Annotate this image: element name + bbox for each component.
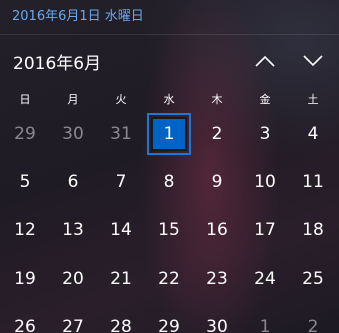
day-cell[interactable]: 10: [243, 163, 287, 201]
next-month-button[interactable]: [296, 46, 330, 76]
weekday-header-row: 日月火水木金土: [0, 91, 339, 109]
day-cell[interactable]: 15: [147, 211, 191, 249]
day-cell[interactable]: 3: [243, 115, 287, 153]
chevron-down-icon: [303, 55, 323, 67]
day-cell[interactable]: 1: [243, 308, 287, 333]
day-cell[interactable]: 27: [51, 308, 95, 333]
day-cell[interactable]: 7: [99, 163, 143, 201]
weekday-label: 月: [67, 93, 79, 106]
day-cell[interactable]: 26: [3, 308, 47, 333]
weekday-label: 土: [307, 93, 319, 106]
chevron-up-icon: [255, 55, 275, 67]
day-cell[interactable]: 29: [147, 308, 191, 333]
day-cell[interactable]: 2: [195, 115, 239, 153]
day-cell[interactable]: 23: [195, 260, 239, 298]
current-date-link[interactable]: 2016年6月1日 水曜日: [12, 5, 144, 24]
day-cell[interactable]: 25: [291, 260, 335, 298]
day-cell[interactable]: 21: [99, 260, 143, 298]
month-title[interactable]: 2016年6月: [13, 49, 101, 74]
day-cell[interactable]: 28: [99, 308, 143, 333]
day-cell[interactable]: 29: [3, 115, 47, 153]
calendar-flyout: 2016年6月1日 水曜日 2016年6月 日月火水木金土 29 30 31 1 2 3 4…: [0, 0, 339, 333]
day-cell[interactable]: 30: [195, 308, 239, 333]
day-cell[interactable]: 14: [99, 211, 143, 249]
day-cell[interactable]: 22: [147, 260, 191, 298]
day-cell[interactable]: 16: [195, 211, 239, 249]
weekday-label: 木: [211, 93, 223, 106]
day-cell[interactable]: 13: [51, 211, 95, 249]
day-cell[interactable]: 6: [51, 163, 95, 201]
day-cell[interactable]: 19: [3, 260, 47, 298]
day-cell[interactable]: 8: [147, 163, 191, 201]
day-cell[interactable]: 20: [51, 260, 95, 298]
weekday-label: 日: [19, 93, 31, 106]
previous-month-button[interactable]: [248, 46, 282, 76]
divider: [0, 34, 339, 35]
day-cell[interactable]: 11: [291, 163, 335, 201]
weekday-label: 金: [259, 93, 271, 106]
day-grid: 29 30 31 1 2 3 4 5 6 7 8 9 10 11 12 13 14 15 16 17 18 19 20 21 2…: [0, 113, 339, 333]
day-cell[interactable]: 17: [243, 211, 287, 249]
weekday-label: 火: [115, 93, 127, 106]
day-cell[interactable]: 24: [243, 260, 287, 298]
selected-day-cell[interactable]: 1: [147, 113, 191, 155]
day-cell[interactable]: 30: [51, 115, 95, 153]
day-cell[interactable]: 18: [291, 211, 335, 249]
weekday-label: 水: [163, 93, 175, 106]
day-cell[interactable]: 5: [3, 163, 47, 201]
day-cell[interactable]: 31: [99, 115, 143, 153]
day-cell[interactable]: 12: [3, 211, 47, 249]
day-cell[interactable]: 4: [291, 115, 335, 153]
day-cell[interactable]: 9: [195, 163, 239, 201]
day-cell[interactable]: 2: [291, 308, 335, 333]
